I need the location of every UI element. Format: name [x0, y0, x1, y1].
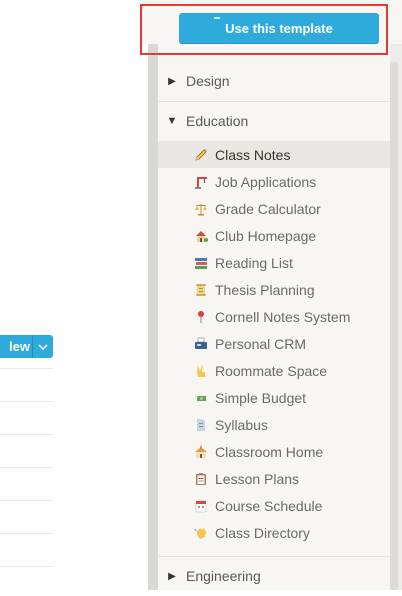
triangle-right-icon: ▶	[168, 570, 176, 582]
template-item-syllabus[interactable]: Syllabus	[158, 411, 390, 438]
template-item-club-homepage[interactable]: Club Homepage	[158, 222, 390, 249]
page-icon	[194, 418, 208, 432]
template-item-thesis-planning[interactable]: Thesis Planning	[158, 276, 390, 303]
wave-hand-icon	[194, 526, 208, 540]
table-row-divider	[0, 434, 53, 435]
section-engineering[interactable]: ▶ Engineering	[158, 556, 390, 596]
template-item-simple-budget[interactable]: Simple Budget	[158, 384, 390, 411]
panel-edge	[148, 44, 158, 590]
new-button[interactable]: lew	[0, 335, 53, 358]
template-item-grade-calculator[interactable]: Grade Calculator	[158, 195, 390, 222]
scales-icon	[194, 202, 208, 216]
house-garden-icon	[194, 229, 208, 243]
table-row-divider	[0, 467, 53, 468]
table-row-divider	[0, 566, 53, 567]
template-item-classroom-home[interactable]: Classroom Home	[158, 438, 390, 465]
clipboard-icon	[194, 472, 208, 486]
highlight-annotation	[140, 4, 388, 55]
template-item-course-schedule[interactable]: Course Schedule	[158, 492, 390, 519]
section-label: Education	[186, 113, 249, 129]
template-item-class-directory[interactable]: Class Directory	[158, 519, 390, 546]
table-row-divider	[0, 368, 53, 369]
books-icon	[194, 256, 208, 270]
victory-hand-icon	[194, 364, 208, 378]
template-item-roommate-space[interactable]: Roommate Space	[158, 357, 390, 384]
template-item-personal-crm[interactable]: Personal CRM	[158, 330, 390, 357]
template-item-class-notes[interactable]: Class Notes	[158, 141, 390, 168]
pushpin-icon	[194, 310, 208, 324]
template-item-job-applications[interactable]: Job Applications	[158, 168, 390, 195]
pencil-icon	[194, 148, 208, 162]
scroll-icon	[194, 283, 208, 297]
section-design[interactable]: ▶ Design	[158, 61, 390, 101]
scrollbar-thumb[interactable]	[390, 62, 398, 590]
fax-icon	[194, 337, 208, 351]
triangle-right-icon: ▶	[168, 75, 176, 87]
chevron-down-icon[interactable]	[33, 343, 53, 350]
section-label: Design	[186, 73, 230, 89]
calendar-icon	[194, 499, 208, 513]
crane-icon	[194, 175, 208, 189]
money-wings-icon	[194, 391, 208, 405]
section-education[interactable]: ▼ Education	[158, 101, 390, 141]
new-button-label: lew	[9, 339, 30, 354]
section-label: Engineering	[186, 568, 261, 584]
triangle-down-icon: ▼	[166, 115, 178, 127]
background-page	[0, 0, 150, 590]
template-item-lesson-plans[interactable]: Lesson Plans	[158, 465, 390, 492]
table-row-divider	[0, 533, 53, 534]
table-row-divider	[0, 500, 53, 501]
school-icon	[194, 445, 208, 459]
table-row-divider	[0, 401, 53, 402]
template-item-cornell-notes-system[interactable]: Cornell Notes System	[158, 303, 390, 330]
template-item-reading-list[interactable]: Reading List	[158, 249, 390, 276]
